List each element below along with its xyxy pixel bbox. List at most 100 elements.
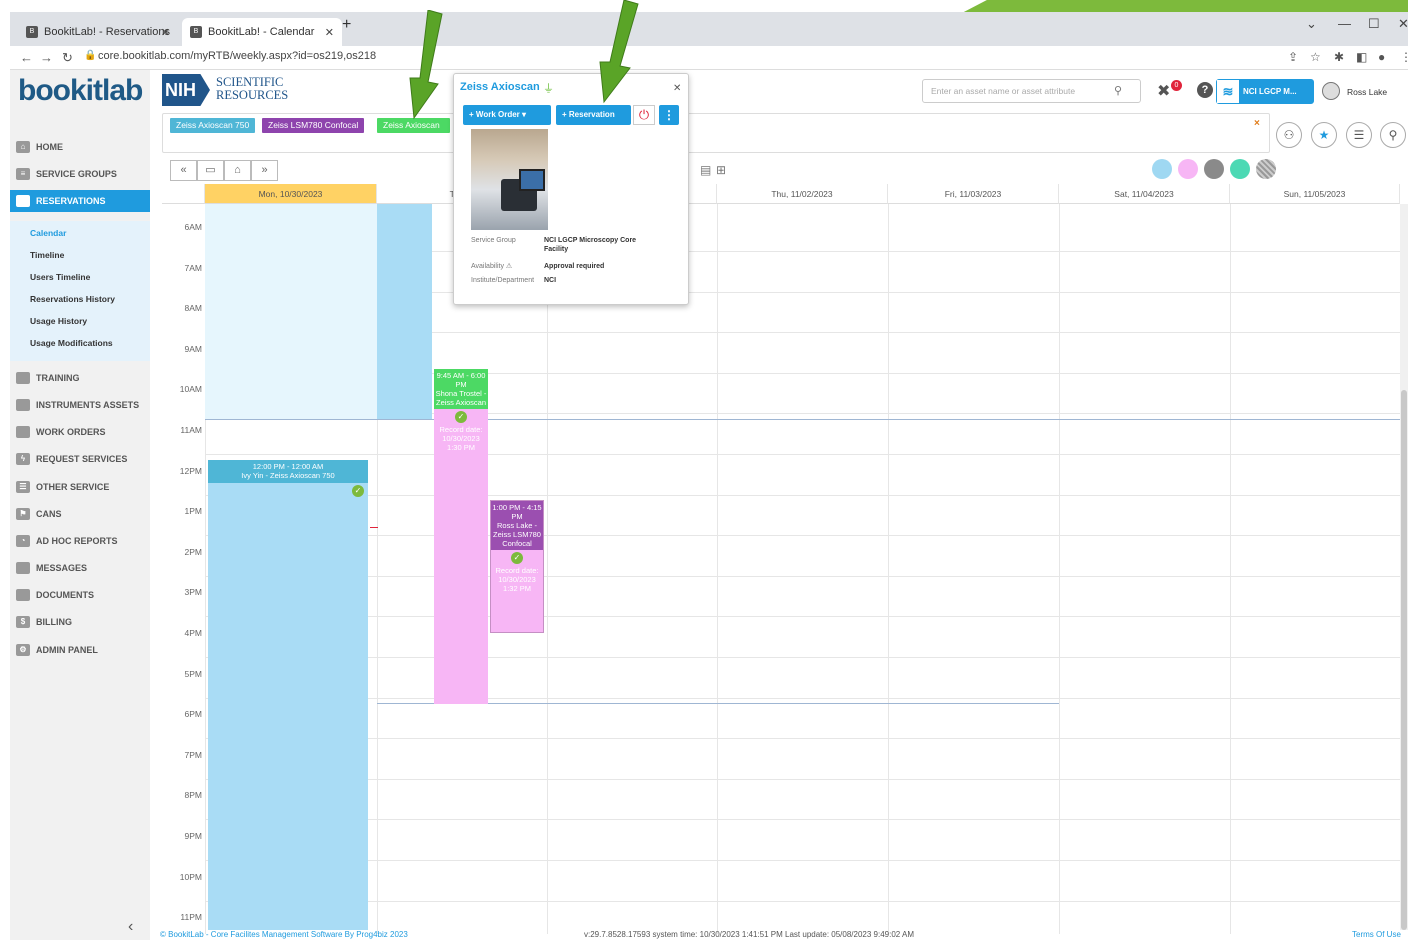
asset-chip-axioscan-750[interactable]: Zeiss Axioscan 750 [170, 118, 256, 133]
bookitlab-logo[interactable]: bookitlab [10, 74, 150, 110]
document-icon[interactable]: ▤ [700, 163, 711, 177]
menu-icon[interactable]: ⋮ [1400, 50, 1408, 64]
footer-version: v:29.7.8528.17593 system time: 10/30/202… [584, 930, 915, 939]
sidebar-item-cans[interactable]: ⚑ CANS [10, 503, 150, 525]
sidebar-item-request-services[interactable]: ϟ REQUEST SERVICES [10, 448, 150, 470]
sidebar-item-admin-panel[interactable]: ⚙ ADMIN PANEL [10, 639, 150, 661]
power-icon[interactable]: ⏻ [633, 105, 655, 125]
sidebar-item-other-service[interactable]: ☰ OTHER SERVICE [10, 476, 150, 498]
user-name[interactable]: Ross Lake [1347, 87, 1387, 97]
popover-title[interactable]: Zeiss Axioscan [460, 81, 540, 93]
favorite-star-icon[interactable]: ★ [1311, 122, 1337, 148]
sidebar-item-home[interactable]: ⌂ HOME [10, 136, 150, 158]
subnav-reservations-history[interactable]: Reservations History [30, 294, 115, 304]
close-window-icon[interactable]: ✕ [1398, 16, 1408, 32]
event-ivy-yin[interactable]: 12:00 PM - 12:00 AM Ivy Yin - Zeiss Axio… [208, 460, 368, 930]
tab-label: BookitLab! - Calendar [208, 26, 315, 38]
today-home-icon[interactable]: ⌂ [224, 160, 251, 181]
asset-chip-lsm780[interactable]: Zeiss LSM780 Confocal [262, 118, 365, 133]
subnav-calendar[interactable]: Calendar [30, 228, 66, 238]
browser-tab-reservations[interactable]: B BookitLab! - Reservations ✕ [18, 18, 178, 46]
sidebar-item-billing[interactable]: $ BILLING [10, 611, 150, 633]
collapse-sidebar-icon[interactable]: ‹ [128, 918, 133, 936]
subnav-timeline[interactable]: Timeline [30, 250, 64, 260]
user-avatar[interactable] [1322, 82, 1340, 100]
maximize-icon[interactable]: ☐ [1368, 16, 1380, 32]
new-tab-icon[interactable]: + [342, 16, 351, 34]
share-icon[interactable]: ⇪ [1288, 50, 1298, 64]
day-divider [717, 204, 718, 934]
facility-selector[interactable]: ≋ NCI LGCP M... [1216, 79, 1314, 104]
day-head-sun[interactable]: Sun, 11/05/2023 [1230, 184, 1400, 204]
minimize-icon[interactable]: — [1338, 16, 1351, 31]
extensions-icon[interactable]: ✱ [1334, 50, 1344, 64]
legend-dot-hatched[interactable] [1256, 159, 1276, 179]
day-head-mon[interactable]: Mon, 10/30/2023 [205, 184, 377, 204]
more-options-icon[interactable]: ⋮ [659, 105, 679, 125]
reservation-button[interactable]: + Reservation [556, 105, 631, 125]
day-head-sat[interactable]: Sat, 11/04/2023 [1059, 184, 1230, 204]
sidebar-item-work-orders[interactable]: WORK ORDERS [10, 421, 150, 443]
asset-chip-axioscan[interactable]: Zeiss Axioscan [377, 118, 450, 133]
megaphone-icon [16, 562, 30, 574]
sidebar-item-reservations[interactable]: RESERVATIONS [10, 190, 150, 212]
legend-dot-gray[interactable] [1204, 159, 1224, 179]
close-tab-icon[interactable]: ✕ [325, 26, 334, 39]
legend-dot-teal[interactable] [1230, 159, 1250, 179]
star-icon[interactable]: ☆ [1310, 50, 1321, 64]
layers-icon: ≋ [1217, 80, 1239, 103]
prev-week-button[interactable]: « [170, 160, 197, 181]
sidebar-item-messages[interactable]: MESSAGES [10, 557, 150, 579]
date-picker-icon[interactable]: ▭ [197, 160, 224, 181]
url-field[interactable]: core.bookitlab.com/myRTB/weekly.aspx?id=… [98, 50, 376, 62]
hour-label: 9PM [184, 831, 202, 841]
sidebar-item-training[interactable]: TRAINING [10, 367, 150, 389]
reload-icon[interactable]: ↻ [62, 50, 73, 66]
event-shona-trostel[interactable]: 9:45 AM - 6:00 PM Shona Trostel - Zeiss … [434, 369, 488, 704]
subnav-usage-modifications[interactable]: Usage Modifications [30, 338, 113, 348]
hour-line [205, 454, 1400, 455]
chevron-down-icon[interactable]: ⌄ [1306, 16, 1317, 32]
event-ross-lake[interactable]: 1:00 PM - 4:15 PM Ross Lake - Zeiss LSM7… [490, 500, 544, 633]
legend-dot-blue[interactable] [1152, 159, 1172, 179]
approved-check-icon: ✓ [352, 485, 364, 497]
sidebar-item-ad-hoc-reports[interactable]: ◔ AD HOC REPORTS [10, 530, 150, 552]
tab-label: BookitLab! - Reservations [44, 26, 170, 38]
help-icon[interactable]: ? [1197, 82, 1213, 98]
sidebar-item-instruments-assets[interactable]: INSTRUMENTS ASSETS [10, 394, 150, 416]
sidepanel-icon[interactable]: ◧ [1356, 50, 1367, 64]
add-calendar-icon[interactable]: ⊞ [716, 163, 726, 177]
sidebar-item-documents[interactable]: DOCUMENTS [10, 584, 150, 606]
legend-dot-pink[interactable] [1178, 159, 1198, 179]
profile-icon[interactable]: ● [1378, 50, 1385, 64]
user-settings-icon[interactable]: ⚇ [1276, 122, 1302, 148]
hour-label: 10AM [179, 384, 202, 395]
work-order-button[interactable]: + Work Order ▾ [463, 105, 551, 125]
subnav-usage-history[interactable]: Usage History [30, 316, 87, 326]
layers-icon: ≡ [16, 168, 30, 180]
hour-line [205, 535, 1400, 537]
asset-search-input[interactable]: Enter an asset name or asset attribute [922, 79, 1141, 103]
service-group-label: Service Group [471, 237, 516, 244]
sidebar-item-service-groups[interactable]: ≡ SERVICE GROUPS [10, 163, 150, 185]
next-week-button[interactable]: » [251, 160, 278, 181]
hour-label: 10PM [179, 871, 202, 882]
clear-chips-icon[interactable]: × [1254, 118, 1260, 129]
close-popover-icon[interactable]: ✕ [673, 83, 681, 94]
scrollbar-thumb[interactable] [1401, 390, 1407, 930]
hour-line [205, 494, 1400, 496]
forward-icon[interactable]: → [40, 50, 53, 65]
terms-link[interactable]: Terms Of Use [1352, 930, 1401, 939]
browser-tab-calendar[interactable]: B BookitLab! - Calendar ✕ [182, 18, 342, 46]
zoom-icon[interactable]: ⚲ [1380, 122, 1406, 148]
close-tab-icon[interactable]: ✕ [161, 26, 170, 39]
tools-icon[interactable]: ✖ [1157, 81, 1170, 101]
list-view-icon[interactable]: ☰ [1346, 122, 1372, 148]
day-head-fri[interactable]: Fri, 11/03/2023 [888, 184, 1059, 204]
day-divider [547, 204, 548, 934]
day-head-thu[interactable]: Thu, 11/02/2023 [717, 184, 888, 204]
subnav-users-timeline[interactable]: Users Timeline [30, 272, 90, 282]
pie-chart-icon: ◔ [16, 535, 30, 547]
back-icon[interactable]: ← [20, 50, 33, 65]
search-icon[interactable]: ⚲ [1114, 84, 1122, 97]
